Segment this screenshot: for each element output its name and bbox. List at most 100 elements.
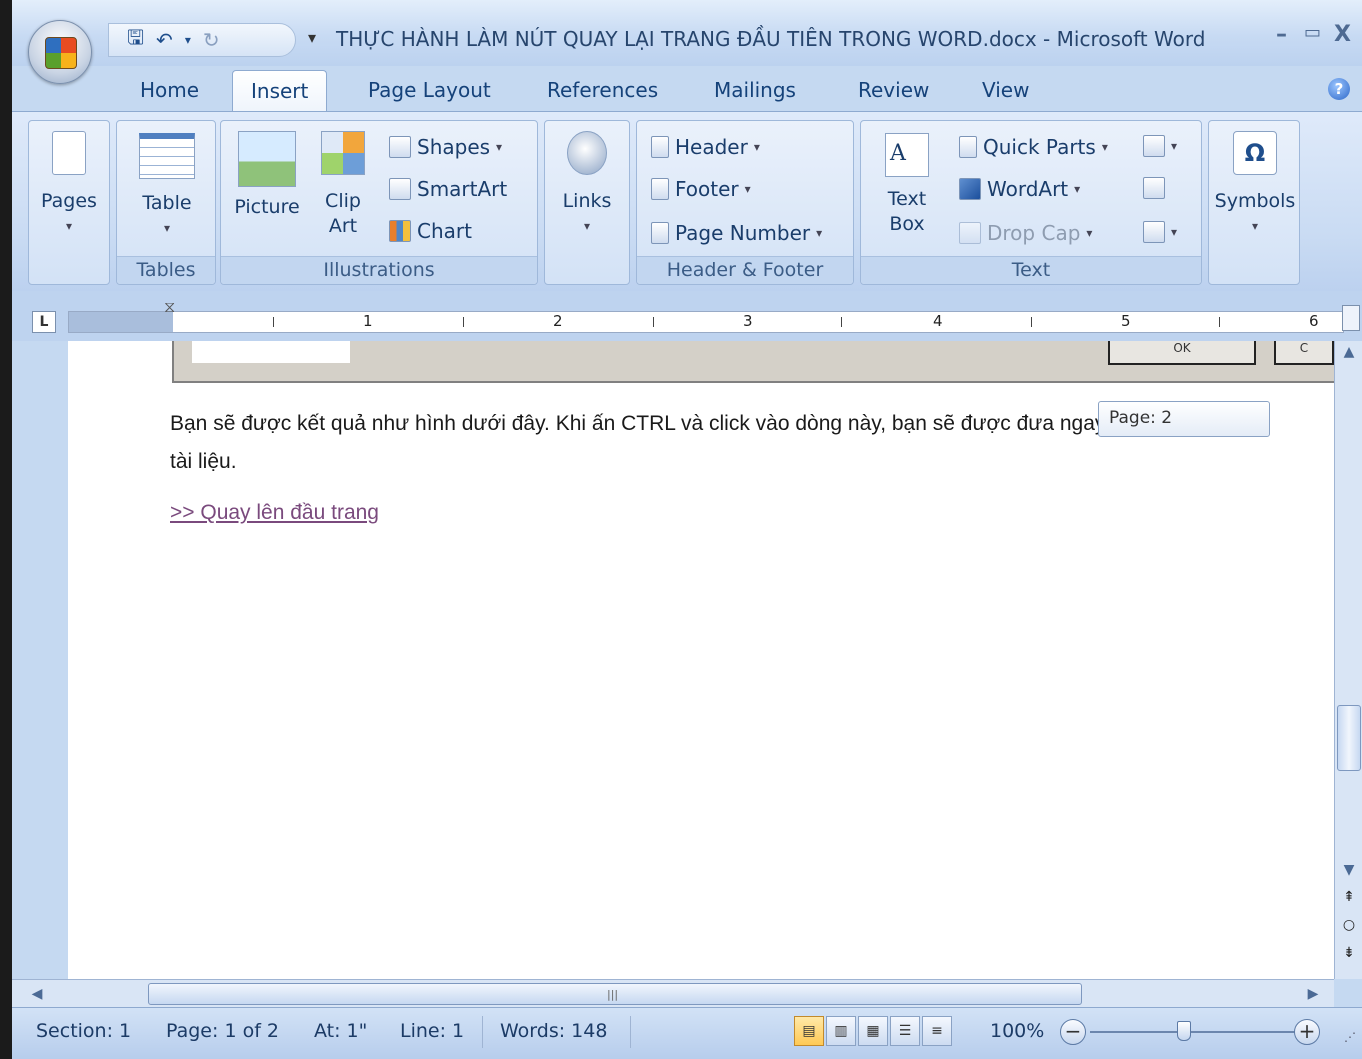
ruler-number: 5 — [1121, 312, 1131, 330]
smartart-button[interactable]: SmartArt — [389, 177, 507, 201]
quick-parts-icon — [959, 136, 977, 158]
chevron-down-icon: ▾ — [1074, 182, 1081, 196]
page-number-label: Page Number — [675, 221, 811, 245]
status-line[interactable]: Line: 1 — [400, 1020, 464, 1042]
object-button[interactable]: ▾ — [1143, 221, 1177, 243]
horizontal-scrollbar[interactable]: ◀ ||| ▶ — [12, 979, 1334, 1007]
quick-parts-button[interactable]: Quick Parts ▾ — [959, 135, 1108, 159]
previous-page-icon[interactable]: ⇞ — [1335, 889, 1362, 905]
undo-icon[interactable]: ↶ — [156, 28, 173, 52]
full-screen-reading-icon[interactable]: ▥ — [826, 1016, 856, 1046]
pages-label: Pages — [41, 190, 97, 212]
draft-icon[interactable]: ≡ — [922, 1016, 952, 1046]
signature-line-button[interactable]: ▾ — [1143, 135, 1177, 157]
clip-art-button[interactable]: Clip Art — [313, 131, 373, 239]
minimize-button[interactable]: – — [1276, 22, 1287, 47]
tab-page-layout[interactable]: Page Layout — [368, 78, 491, 102]
word-window: 🖫 ↶ ▾ ↻ ▾ THỰC HÀNH LÀM NÚT QUAY LẠI TRA… — [12, 0, 1362, 1059]
tab-mailings[interactable]: Mailings — [714, 78, 796, 102]
shapes-button[interactable]: Shapes ▾ — [389, 135, 502, 159]
embedded-dialog-image: OK C — [172, 341, 1334, 383]
status-page[interactable]: Page: 1 of 2 — [166, 1020, 279, 1042]
back-to-top-link[interactable]: >> Quay lên đầu trang — [170, 501, 379, 525]
group-pages: Pages ▾ — [28, 120, 110, 285]
view-ruler-button[interactable] — [1342, 305, 1360, 331]
chevron-down-icon: ▾ — [65, 219, 73, 233]
vertical-scrollbar[interactable]: ▲ ▼ ⇞ ○ ⇟ — [1334, 341, 1362, 979]
print-layout-icon[interactable]: ▤ — [794, 1016, 824, 1046]
tab-selector-button[interactable]: L — [32, 311, 56, 333]
next-page-icon[interactable]: ⇟ — [1335, 945, 1362, 961]
pages-button[interactable]: Pages ▾ — [35, 131, 103, 239]
symbols-button[interactable]: Ω Symbols ▾ — [1213, 131, 1297, 239]
save-icon[interactable]: 🖫 — [127, 23, 144, 57]
scroll-down-icon[interactable]: ▼ — [1335, 859, 1362, 881]
chevron-down-icon: ▾ — [583, 219, 591, 233]
select-browse-object-icon[interactable]: ○ — [1335, 917, 1362, 933]
ruler-mark — [1031, 317, 1032, 327]
ruler-mark — [273, 317, 274, 327]
group-illustrations: Picture Clip Art Shapes ▾ SmartArt Chart… — [220, 120, 538, 285]
maximize-button[interactable]: ▭ — [1304, 22, 1321, 43]
tab-home[interactable]: Home — [140, 78, 199, 102]
indent-marker-icon[interactable]: ⧖ — [164, 297, 178, 327]
wordart-button[interactable]: WordArt ▾ — [959, 177, 1080, 201]
chart-button[interactable]: Chart — [389, 219, 472, 243]
status-section[interactable]: Section: 1 — [36, 1020, 131, 1042]
customize-qat-icon[interactable]: ▾ — [308, 28, 316, 47]
footer-button[interactable]: Footer ▾ — [651, 177, 751, 201]
zoom-slider-thumb[interactable] — [1177, 1021, 1191, 1041]
undo-dropdown-icon[interactable]: ▾ — [185, 33, 191, 47]
outline-icon[interactable]: ☰ — [890, 1016, 920, 1046]
tab-review[interactable]: Review — [858, 78, 929, 102]
wordart-label: WordArt — [987, 177, 1069, 201]
zoom-slider[interactable] — [1090, 1031, 1300, 1033]
ribbon: Pages ▾ Table ▾ Tables Picture Clip Art — [12, 111, 1362, 291]
horizontal-ruler[interactable]: 1 2 3 4 5 6 — [68, 311, 1344, 333]
help-icon[interactable]: ? — [1328, 78, 1350, 100]
ruler-row: L 1 2 3 4 5 6 ⧖ — [12, 291, 1362, 341]
title-bar: 🖫 ↶ ▾ ↻ ▾ THỰC HÀNH LÀM NÚT QUAY LẠI TRA… — [12, 0, 1362, 66]
page-number-button[interactable]: Page Number ▾ — [651, 221, 822, 245]
drop-cap-label: Drop Cap — [987, 221, 1081, 245]
vertical-scroll-thumb[interactable] — [1337, 705, 1361, 771]
horizontal-scroll-thumb[interactable]: ||| — [148, 983, 1082, 1005]
picture-button[interactable]: Picture — [229, 131, 305, 220]
chevron-down-icon: ▾ — [1251, 219, 1259, 233]
redo-icon[interactable]: ↻ — [203, 28, 220, 52]
tab-references[interactable]: References — [547, 78, 658, 102]
drop-cap-button[interactable]: Drop Cap ▾ — [959, 221, 1092, 245]
text-box-button[interactable]: A Text Box — [869, 133, 945, 237]
zoom-out-icon[interactable]: − — [1060, 1019, 1086, 1045]
web-layout-icon[interactable]: ▦ — [858, 1016, 888, 1046]
zoom-level[interactable]: 100% — [990, 1020, 1044, 1042]
date-time-icon — [1143, 177, 1165, 199]
scroll-left-icon[interactable]: ◀ — [26, 980, 48, 1008]
links-button[interactable]: Links ▾ — [553, 131, 621, 239]
chevron-down-icon: ▾ — [1101, 140, 1108, 154]
footer-icon — [651, 178, 669, 200]
chart-icon — [389, 220, 411, 242]
table-button[interactable]: Table ▾ — [127, 133, 207, 241]
ruler-mark — [463, 317, 464, 327]
group-header-footer: Header ▾ Footer ▾ Page Number ▾ Header &… — [636, 120, 854, 285]
office-button[interactable] — [28, 20, 92, 84]
date-time-button[interactable] — [1143, 177, 1165, 199]
shapes-icon — [389, 136, 411, 158]
scroll-up-icon[interactable]: ▲ — [1335, 341, 1362, 363]
status-at[interactable]: At: 1" — [314, 1020, 367, 1042]
chevron-down-icon: ▾ — [496, 140, 503, 154]
close-button[interactable]: X — [1334, 22, 1351, 47]
document-page[interactable]: OK C Bạn sẽ được kết quả như hình dưới đ… — [12, 341, 1334, 979]
header-button[interactable]: Header ▾ — [651, 135, 760, 159]
status-words[interactable]: Words: 148 — [500, 1020, 607, 1042]
tab-view[interactable]: View — [982, 78, 1029, 102]
tab-insert[interactable]: Insert — [232, 70, 328, 114]
ruler-number: 2 — [553, 312, 563, 330]
zoom-in-icon[interactable]: + — [1294, 1019, 1320, 1045]
resize-grip-icon[interactable]: ⋰ — [1344, 1030, 1356, 1044]
text-box-label-2: Box — [889, 213, 925, 235]
table-icon — [139, 133, 195, 179]
clip-art-icon — [321, 131, 365, 175]
scroll-right-icon[interactable]: ▶ — [1302, 980, 1324, 1008]
